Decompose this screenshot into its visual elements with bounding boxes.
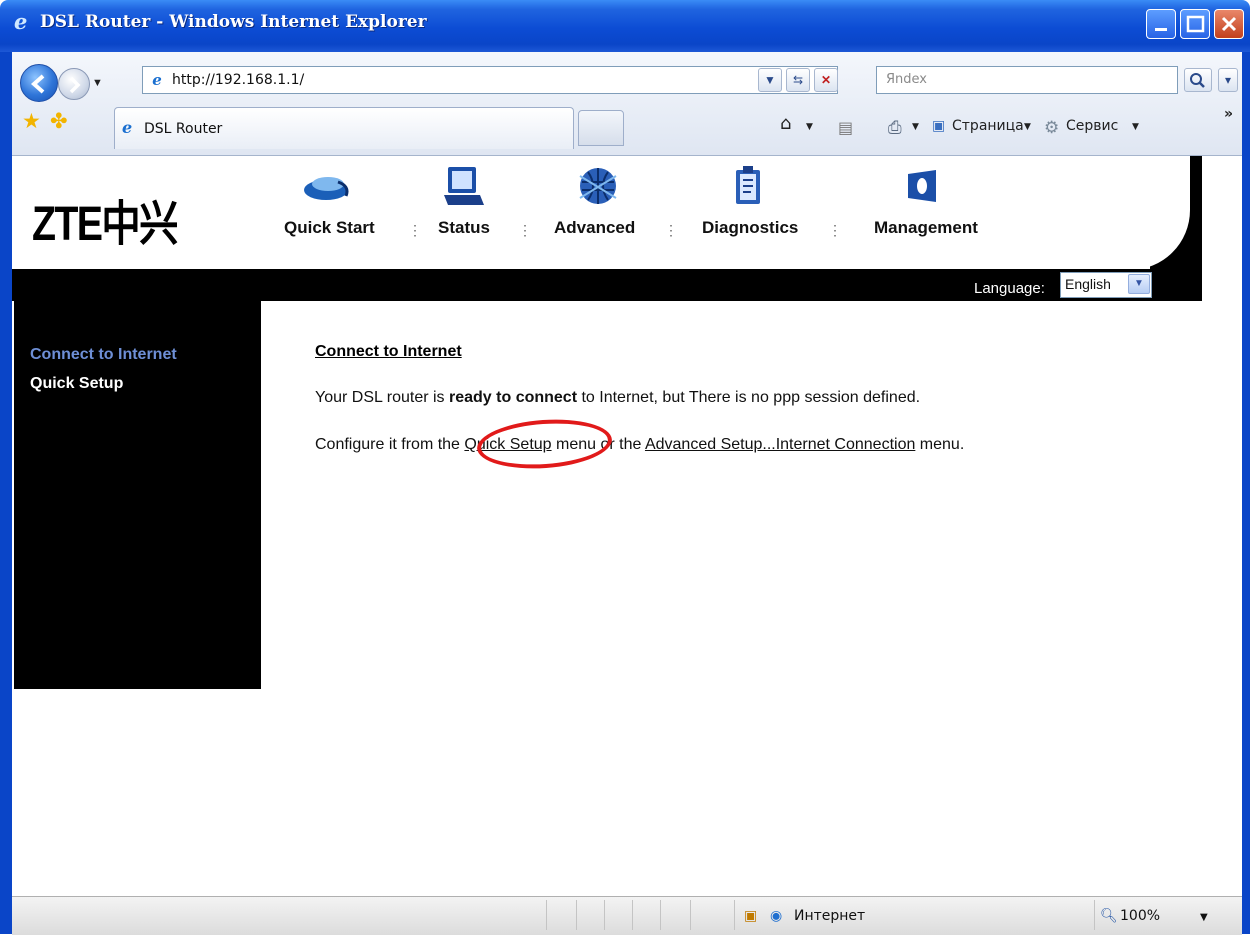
protected-mode-icon[interactable]: ▣ <box>744 908 757 924</box>
minimize-icon <box>1155 28 1167 31</box>
zte-logo: ZTE中兴 <box>32 198 179 251</box>
search-placeholder[interactable]: Яndex <box>886 72 927 87</box>
menu-diagnostics[interactable]: Diagnostics <box>702 218 798 238</box>
sidebar-item-quick-setup[interactable]: Quick Setup <box>30 375 123 393</box>
tools-dropdown-icon[interactable]: ▼ <box>1132 122 1139 132</box>
zoom-dropdown-icon[interactable]: ▼ <box>1200 912 1208 923</box>
configure-text-post: menu. <box>915 436 965 453</box>
maximize-button[interactable] <box>1180 9 1210 39</box>
zoom-icon: 🔍︎ <box>1100 908 1118 924</box>
statusbar-divider <box>1094 900 1095 930</box>
address-text[interactable]: http://192.168.1.1/ <box>172 72 304 88</box>
tools-menu-button[interactable]: Сервис <box>1066 118 1118 134</box>
window-border-right <box>1242 52 1250 934</box>
add-favorites-icon[interactable]: ✤ <box>50 110 68 134</box>
close-button[interactable] <box>1214 9 1244 39</box>
stop-button[interactable]: ✕ <box>814 68 838 92</box>
quick-start-icon[interactable] <box>302 168 354 208</box>
search-options-button[interactable]: ▾ <box>1218 68 1238 92</box>
status-bar <box>12 896 1242 935</box>
menu-separator: ⋮ <box>518 222 532 238</box>
page-heading: Connect to Internet <box>315 343 462 360</box>
globe-icon[interactable] <box>576 164 624 212</box>
status-text-bold: ready to connect <box>449 389 578 406</box>
internet-zone-icon: ◉ <box>770 908 783 924</box>
menu-quick-start[interactable]: Quick Start <box>284 218 375 238</box>
status-text-post: to Internet, but There is no ppp session… <box>577 389 921 406</box>
window-border-left <box>0 52 12 934</box>
menu-advanced[interactable]: Advanced <box>554 218 635 238</box>
tab-page-icon: e <box>122 118 133 137</box>
statusbar-divider <box>632 900 633 930</box>
statusbar-divider <box>604 900 605 930</box>
clipboard-icon[interactable] <box>732 164 766 210</box>
language-label: Language: <box>974 280 1045 297</box>
statusbar-divider <box>576 900 577 930</box>
language-dropdown-icon[interactable]: ▼ <box>1128 274 1150 294</box>
sidebar-item-connect-to-internet[interactable]: Connect to Internet <box>30 346 177 364</box>
new-tab-button[interactable] <box>578 110 624 146</box>
search-icon <box>1190 73 1205 88</box>
forward-arrow-icon <box>69 76 81 94</box>
gear-icon: ⚙ <box>1044 118 1060 138</box>
zoom-level[interactable]: 100% <box>1120 908 1160 924</box>
print-dropdown-icon[interactable]: ▼ <box>912 122 919 132</box>
home-dropdown-icon[interactable]: ▼ <box>806 122 813 132</box>
page-menu-icon: ▣ <box>932 118 946 134</box>
back-button[interactable] <box>20 64 58 102</box>
advanced-setup-internet-connection-link[interactable]: Advanced Setup...Internet Connection <box>645 436 915 453</box>
status-message: Your DSL router is ready to connect to I… <box>315 389 920 407</box>
home-icon[interactable]: ⌂ <box>780 113 791 134</box>
page-menu-button[interactable]: Страница <box>952 118 1024 134</box>
menu-management[interactable]: Management <box>874 218 978 238</box>
minimize-button[interactable] <box>1146 9 1176 39</box>
device-icon[interactable] <box>902 168 942 208</box>
print-icon[interactable]: ⎙ <box>888 118 902 138</box>
statusbar-divider <box>690 900 691 930</box>
language-value[interactable]: English <box>1065 276 1111 292</box>
maximize-icon <box>1186 15 1205 33</box>
search-button[interactable] <box>1184 68 1212 92</box>
forward-button[interactable] <box>58 68 90 100</box>
menu-separator: ⋮ <box>828 222 842 238</box>
configure-message: Configure it from the Quick Setup menu o… <box>315 436 964 454</box>
menu-separator: ⋮ <box>664 222 678 238</box>
status-text-pre: Your DSL router is <box>315 389 449 406</box>
statusbar-divider <box>734 900 735 930</box>
page-menu-dropdown-icon[interactable]: ▼ <box>1024 122 1031 132</box>
ie-logo-icon: e <box>14 9 28 34</box>
security-zone-label[interactable]: Интернет <box>794 908 865 924</box>
address-dropdown-button[interactable]: ▼ <box>758 68 782 92</box>
back-arrow-icon <box>30 74 45 94</box>
statusbar-divider <box>660 900 661 930</box>
window-title: DSL Router - Windows Internet Explorer <box>40 12 427 32</box>
laptop-icon[interactable] <box>444 165 484 211</box>
configure-text-pre: Configure it from the <box>315 436 465 453</box>
feeds-icon[interactable]: ▤ <box>838 118 853 137</box>
refresh-button[interactable]: ⇆ <box>786 68 810 92</box>
menu-status[interactable]: Status <box>438 218 490 238</box>
recent-pages-dropdown-icon[interactable]: ▼ <box>92 77 103 89</box>
statusbar-divider <box>546 900 547 930</box>
page-icon: e <box>152 71 162 89</box>
favorites-star-icon[interactable]: ★ <box>22 110 41 134</box>
close-icon <box>1221 16 1237 32</box>
tab-title[interactable]: DSL Router <box>144 121 222 137</box>
toolbar-overflow-icon[interactable]: » <box>1224 106 1233 122</box>
menu-separator: ⋮ <box>408 222 422 238</box>
